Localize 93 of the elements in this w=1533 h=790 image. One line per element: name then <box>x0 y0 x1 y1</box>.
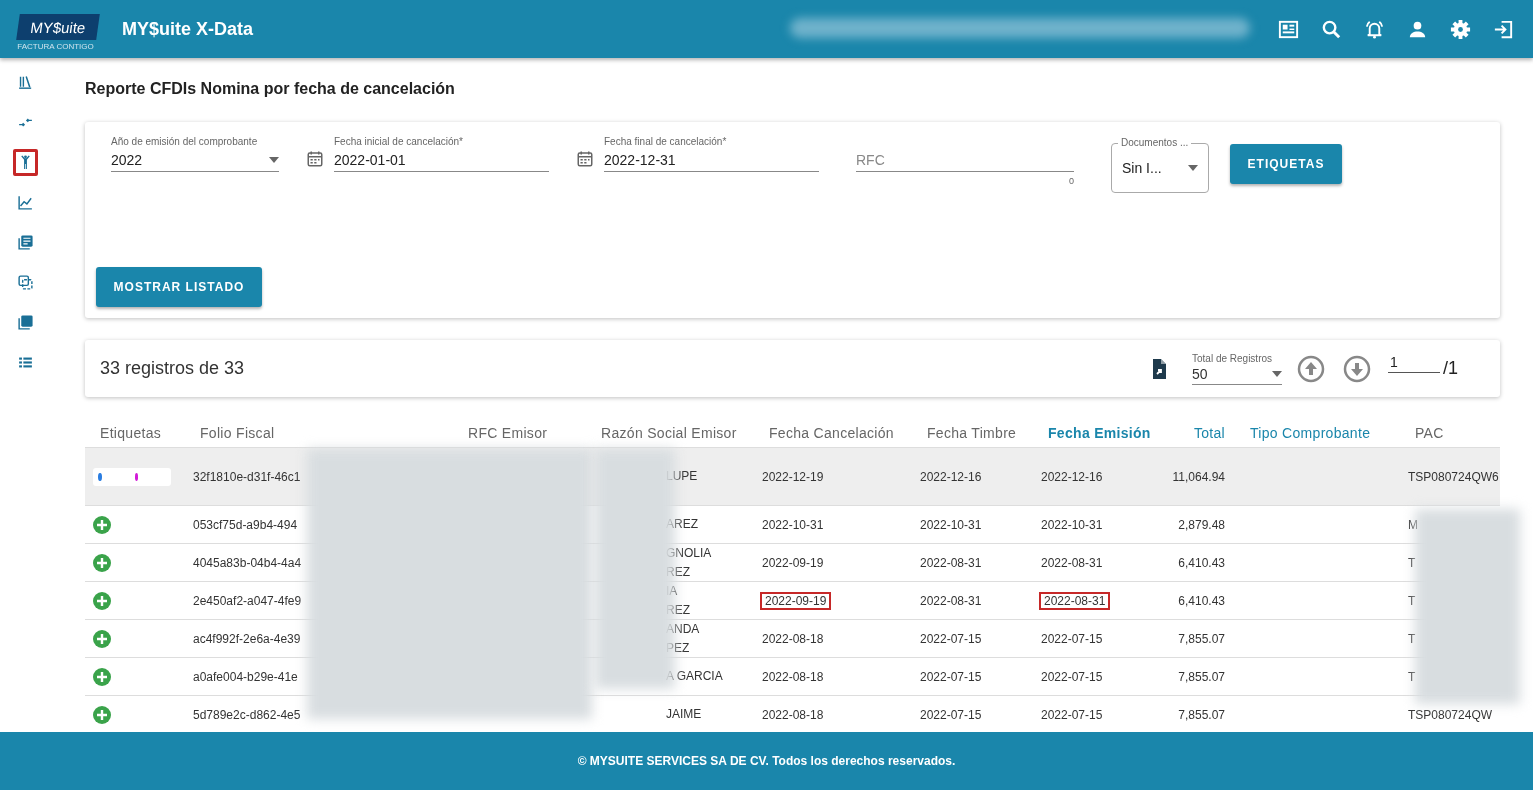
table-cell: TSP080724QW <box>1408 707 1493 722</box>
calendar-icon <box>576 150 594 168</box>
page-size-select[interactable]: Total de Registros 50 <box>1192 352 1282 385</box>
table-cell: 6,410.43 <box>1178 593 1225 608</box>
settings-icon[interactable] <box>1449 17 1472 41</box>
field-value: 2022-12-31 <box>604 151 676 170</box>
character-counter: 0 <box>1069 176 1074 186</box>
table-cell: 2022-10-31 <box>762 517 824 532</box>
table-cell: 2022-08-18 <box>762 707 824 722</box>
scroll-down-button[interactable] <box>1342 353 1372 384</box>
page-total: /1 <box>1443 358 1458 379</box>
field-label: Fecha inicial de cancelación* <box>334 136 464 149</box>
table-cell: 32f1810e-d31f-46c1 <box>193 469 301 484</box>
record-count: 33 registros de 33 <box>100 358 245 379</box>
table-cell: 11,064.94 <box>1172 469 1225 484</box>
select-field[interactable]: Año de emisión del comprobante 2022 <box>111 134 279 172</box>
person-icon[interactable] <box>12 149 38 176</box>
table-cell: 2022-07-15 <box>920 707 982 722</box>
footer-text: © MYSUITE SERVICES SA DE CV. Todos los derechos reservados. <box>0 732 1533 790</box>
app-title: MY$uite X-Data <box>122 18 254 40</box>
table-cell: T <box>1408 631 1416 646</box>
add-icon[interactable] <box>93 629 111 648</box>
table-cell-text: A GARCIA <box>666 668 723 685</box>
table-cell: TSP080724QW6 <box>1408 469 1499 484</box>
export-file-icon[interactable] <box>1150 358 1168 379</box>
table-cell: 2022-12-16 <box>1041 469 1103 484</box>
logo-text: MY$uite <box>29 18 87 36</box>
field-value: 2022-01-01 <box>334 151 406 170</box>
calendar-icon <box>306 150 324 168</box>
table-cell: 7,855.07 <box>1178 707 1225 722</box>
table-cell-text: LUPE <box>666 468 698 485</box>
table-cell: 2022-10-31 <box>1041 517 1103 532</box>
table-cell: 5d789e2c-d862-4e5 <box>193 707 301 722</box>
page-input[interactable]: 1 <box>1388 354 1440 373</box>
add-icon[interactable] <box>93 591 111 610</box>
table-cell: 2022-09-19 <box>762 593 830 608</box>
table-cell-text: REZ <box>666 601 690 619</box>
table-cell-text: GNOLIA <box>666 544 712 562</box>
table-cell: 2,879.48 <box>1178 517 1225 532</box>
page-title: Reporte CFDIs Nomina por fecha de cancelación <box>85 80 456 98</box>
table-cell-text: ANDA <box>666 620 700 638</box>
table-cell: 053cf75d-a9b4-494 <box>193 517 298 532</box>
table-cell: 2022-10-31 <box>920 517 982 532</box>
table-cell: 4045a83b-04b4-4a4 <box>193 555 302 570</box>
table-cell: 7,855.07 <box>1178 669 1225 684</box>
date-field[interactable]: Fecha final de cancelación* 2022-12-31 <box>604 134 819 172</box>
table-cell: 2022-07-15 <box>1041 707 1103 722</box>
table-cell-text: AREZ <box>666 516 698 533</box>
table-cell: 7,855.07 <box>1178 631 1225 646</box>
table-cell-text: JAIME <box>666 706 702 723</box>
field-label: Año de emisión del comprobante <box>111 136 259 149</box>
table-cell: 2022-08-31 <box>1041 593 1109 608</box>
scroll-up-button[interactable] <box>1296 353 1326 384</box>
tag-chip[interactable] <box>93 467 171 486</box>
table-cell: 2022-08-18 <box>762 631 824 646</box>
show-list-button[interactable]: MOSTRAR LISTADO <box>96 267 262 307</box>
table-cell: ac4f992f-2e6a-4e39 <box>193 631 301 646</box>
table-cell: 2022-07-15 <box>1041 669 1103 684</box>
field-value: Sin I... <box>1122 160 1162 176</box>
table-cell: T <box>1408 669 1416 684</box>
add-icon[interactable] <box>93 667 111 686</box>
table-cell: 2022-08-31 <box>1041 555 1103 570</box>
add-icon[interactable] <box>93 705 111 724</box>
table-cell: 6,410.43 <box>1178 555 1225 570</box>
caret-icon <box>269 157 279 163</box>
table-cell-text: PEZ <box>666 639 690 657</box>
tags-button[interactable]: ETIQUETAS <box>1230 144 1342 184</box>
table-cell: 2022-12-19 <box>762 469 824 484</box>
table-cell: a0afe004-b29e-41e <box>193 669 298 684</box>
field-value: 50 <box>1192 365 1208 382</box>
table-cell-text: IA <box>666 582 678 600</box>
table-cell: M <box>1408 517 1418 532</box>
table-cell: 2022-07-15 <box>1041 631 1103 646</box>
table-cell-text: REZ <box>666 563 690 581</box>
table-cell: 2022-12-16 <box>920 469 982 484</box>
table-cell: T <box>1408 555 1416 570</box>
field-value: 2022 <box>111 151 143 170</box>
add-icon[interactable] <box>93 515 111 534</box>
logo-tagline: FACTURA CONTIGO <box>17 42 94 51</box>
caret-icon <box>1272 370 1282 377</box>
table-cell: T <box>1408 593 1416 608</box>
date-field[interactable]: Fecha inicial de cancelación* 2022-01-01 <box>334 134 549 172</box>
add-icon[interactable] <box>93 553 111 572</box>
table-cell: 2022-07-15 <box>920 669 982 684</box>
table-cell: 2022-08-31 <box>920 593 982 608</box>
table-cell: 2022-08-31 <box>920 555 982 570</box>
field-label: Fecha final de cancelación* <box>604 136 728 149</box>
table-cell: 2022-07-15 <box>920 631 982 646</box>
table-cell: 2022-08-18 <box>762 669 824 684</box>
table-cell: 2e450af2-a047-4fe9 <box>193 593 302 608</box>
caret-icon <box>1188 165 1198 171</box>
table-cell: 2022-09-19 <box>762 555 824 570</box>
field-label: Total de Registros <box>1192 352 1274 364</box>
